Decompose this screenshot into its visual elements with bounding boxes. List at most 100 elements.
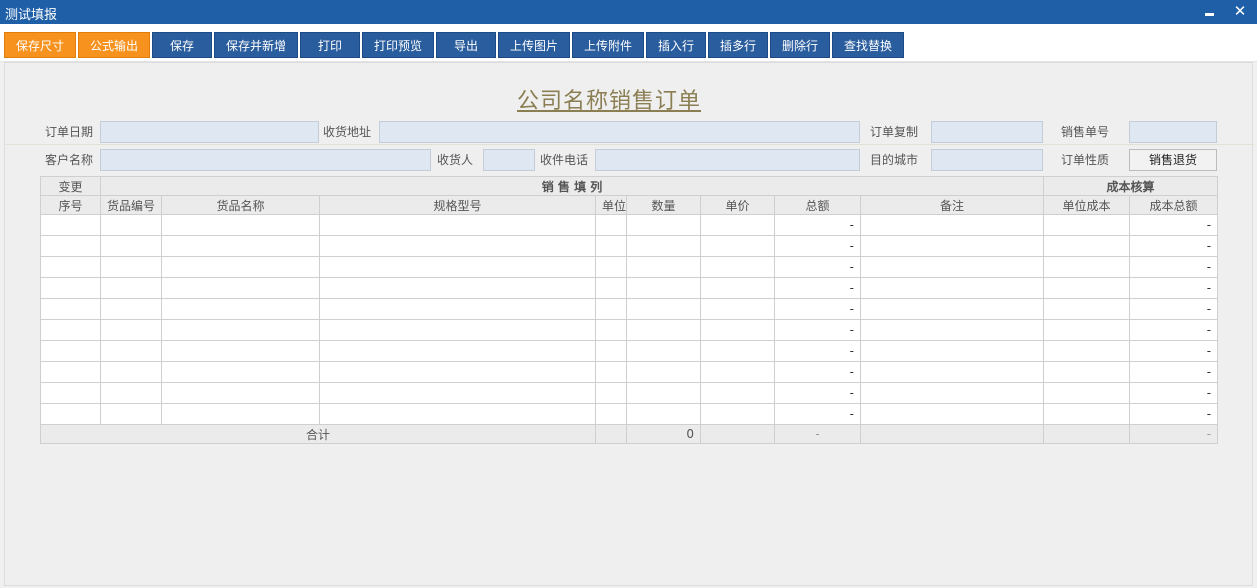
table-cell[interactable] <box>40 214 101 236</box>
table-cell[interactable] <box>40 298 101 320</box>
table-cell[interactable] <box>100 256 162 278</box>
table-cell[interactable] <box>1043 340 1131 362</box>
table-cell[interactable] <box>859 361 1045 383</box>
table-cell[interactable] <box>700 382 775 404</box>
table-cell[interactable] <box>161 277 320 299</box>
customer-name-field[interactable] <box>100 149 431 171</box>
table-cell[interactable] <box>1043 319 1131 341</box>
table-cell[interactable] <box>859 298 1045 320</box>
table-cell[interactable] <box>700 403 775 425</box>
table-cell[interactable] <box>859 214 1045 236</box>
row-cost-total-cell[interactable]: - <box>1129 403 1219 425</box>
table-cell[interactable] <box>100 214 162 236</box>
table-cell[interactable] <box>319 403 596 425</box>
table-cell[interactable] <box>1043 214 1131 236</box>
table-cell[interactable] <box>319 382 596 404</box>
table-cell[interactable] <box>40 256 101 278</box>
table-cell[interactable] <box>319 277 596 299</box>
table-cell[interactable] <box>100 340 162 362</box>
table-cell[interactable] <box>319 319 596 341</box>
table-cell[interactable] <box>595 340 627 362</box>
row-cost-total-cell[interactable]: - <box>1129 235 1219 257</box>
save-and-new-button[interactable]: 保存并新增 <box>214 32 298 58</box>
table-cell[interactable] <box>40 403 101 425</box>
table-cell[interactable] <box>859 256 1045 278</box>
table-cell[interactable] <box>1043 256 1131 278</box>
table-cell[interactable] <box>100 298 162 320</box>
insert-row-button[interactable]: 插入行 <box>646 32 706 58</box>
row-cost-total-cell[interactable]: - <box>1129 319 1219 341</box>
table-cell[interactable] <box>1043 235 1131 257</box>
print-preview-button[interactable]: 打印预览 <box>362 32 434 58</box>
table-cell[interactable] <box>1043 361 1131 383</box>
table-cell[interactable] <box>700 277 775 299</box>
table-cell[interactable] <box>161 256 320 278</box>
minimize-icon[interactable] <box>1202 2 1218 20</box>
table-cell[interactable] <box>40 382 101 404</box>
row-total-cell[interactable]: - <box>774 298 861 320</box>
table-cell[interactable] <box>626 277 701 299</box>
table-cell[interactable] <box>100 361 162 383</box>
table-cell[interactable] <box>40 277 101 299</box>
order-date-field[interactable] <box>100 121 319 143</box>
table-cell[interactable] <box>700 214 775 236</box>
upload-attachment-button[interactable]: 上传附件 <box>572 32 644 58</box>
table-cell[interactable] <box>1043 403 1131 425</box>
table-cell[interactable] <box>595 277 627 299</box>
table-cell[interactable] <box>626 235 701 257</box>
table-cell[interactable] <box>161 298 320 320</box>
sales-no-field[interactable] <box>1129 121 1217 143</box>
table-cell[interactable] <box>161 214 320 236</box>
table-cell[interactable] <box>626 214 701 236</box>
row-cost-total-cell[interactable]: - <box>1129 340 1219 362</box>
table-cell[interactable] <box>626 361 701 383</box>
table-cell[interactable] <box>595 256 627 278</box>
table-cell[interactable] <box>1043 382 1131 404</box>
table-cell[interactable] <box>1043 298 1131 320</box>
table-cell[interactable] <box>319 214 596 236</box>
table-cell[interactable] <box>595 319 627 341</box>
table-cell[interactable] <box>595 403 627 425</box>
table-cell[interactable] <box>700 319 775 341</box>
delete-row-button[interactable]: 删除行 <box>770 32 830 58</box>
dest-city-field[interactable] <box>931 149 1043 171</box>
table-cell[interactable] <box>700 340 775 362</box>
table-cell[interactable] <box>700 235 775 257</box>
order-copy-field[interactable] <box>931 121 1043 143</box>
table-cell[interactable] <box>100 382 162 404</box>
table-cell[interactable] <box>626 340 701 362</box>
table-cell[interactable] <box>161 382 320 404</box>
table-cell[interactable] <box>859 277 1045 299</box>
row-cost-total-cell[interactable]: - <box>1129 382 1219 404</box>
table-cell[interactable] <box>161 340 320 362</box>
table-cell[interactable] <box>859 319 1045 341</box>
row-cost-total-cell[interactable]: - <box>1129 361 1219 383</box>
table-cell[interactable] <box>40 361 101 383</box>
table-cell[interactable] <box>595 214 627 236</box>
table-cell[interactable] <box>100 403 162 425</box>
row-total-cell[interactable]: - <box>774 361 861 383</box>
table-cell[interactable] <box>40 340 101 362</box>
ship-address-field[interactable] <box>379 121 860 143</box>
table-cell[interactable] <box>626 298 701 320</box>
table-cell[interactable] <box>626 256 701 278</box>
table-cell[interactable] <box>595 382 627 404</box>
order-type-select[interactable]: 销售退货 <box>1129 149 1217 171</box>
table-cell[interactable] <box>626 382 701 404</box>
table-cell[interactable] <box>319 340 596 362</box>
table-cell[interactable] <box>1043 277 1131 299</box>
row-cost-total-cell[interactable]: - <box>1129 277 1219 299</box>
insert-multi-rows-button[interactable]: 插多行 <box>708 32 768 58</box>
row-cost-total-cell[interactable]: - <box>1129 256 1219 278</box>
table-cell[interactable] <box>319 235 596 257</box>
table-cell[interactable] <box>859 235 1045 257</box>
table-cell[interactable] <box>626 403 701 425</box>
row-total-cell[interactable]: - <box>774 256 861 278</box>
table-cell[interactable] <box>161 319 320 341</box>
table-cell[interactable] <box>700 256 775 278</box>
table-cell[interactable] <box>100 235 162 257</box>
table-cell[interactable] <box>700 298 775 320</box>
table-cell[interactable] <box>100 319 162 341</box>
receiver-field[interactable] <box>483 149 535 171</box>
table-cell[interactable] <box>40 235 101 257</box>
